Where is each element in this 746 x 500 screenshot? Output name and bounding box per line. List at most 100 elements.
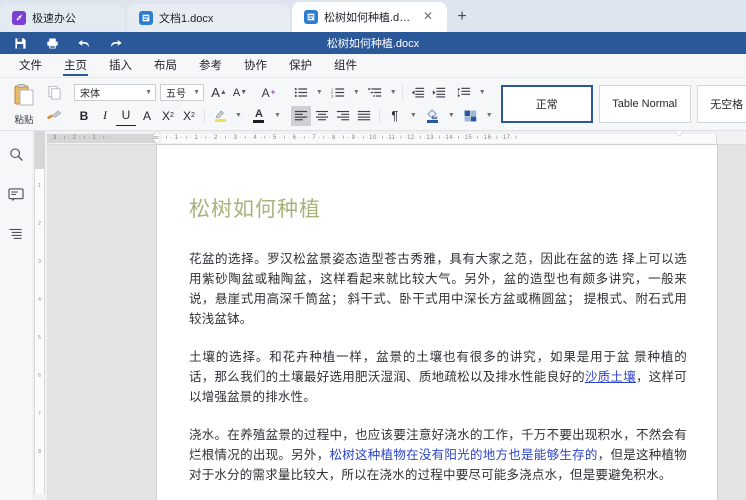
bullets-button[interactable] [291,83,311,103]
tab-label: 松树如何种植.docx* [324,12,415,24]
search-icon[interactable] [5,143,27,165]
comment-icon[interactable] [5,183,27,205]
rocket-icon [12,11,26,25]
quick-access-toolbar [0,32,132,54]
vruler-tick: 8 [38,449,41,455]
font-top-row: 宋体 ▼ 五号 ▼ A ▲ A ▼ A ✦ [74,83,281,103]
menu-item-file[interactable]: 文件 [8,54,53,78]
paragraph-column: ▼ 123 ▼ ▼ ▼ ¶ ▼ ▼ ▼ [290,83,493,126]
horizontal-ruler[interactable]: 3 · ı · 2 · ı · 1 · ı · · ı · 1 · ı · 1 … [47,131,746,145]
font-size-select[interactable]: 五号 ▼ [160,84,204,101]
paragraph-top-row: ▼ 123 ▼ ▼ ▼ [291,83,493,103]
chevron-down-icon[interactable]: ▼ [479,89,486,96]
vruler-tick: 2 [38,221,41,227]
clipboard-small-buttons [44,83,64,126]
font-name-select[interactable]: 宋体 ▼ [74,84,156,101]
vertical-ruler[interactable]: 1 2 3 4 5 6 7 8 [32,131,47,500]
shrink-font-label: A [232,86,241,99]
chevron-down-icon[interactable]: ▼ [448,112,455,119]
align-center-button[interactable] [312,106,332,126]
print-icon[interactable] [36,32,68,54]
highlighted-text: 松树这种植物在没有阳光的地方也是能够生存的 [329,448,598,462]
paragraph-3[interactable]: 浇水。在养殖盆景的过程中，也应该要注意好浇水的工作，千万不要出现积水，不然会有烂… [189,425,687,485]
menu-item-layout[interactable]: 布局 [143,54,188,78]
document-heading: 松树如何种植 [189,197,321,221]
menu-item-reference[interactable]: 参考 [188,54,233,78]
chevron-down-icon[interactable]: ▼ [274,112,281,119]
borders-button[interactable] [461,106,481,126]
superscript-button[interactable]: X2 [158,106,178,126]
multilevel-list-button[interactable] [365,83,385,103]
clear-formatting-label: A [261,85,270,100]
chevron-down-icon[interactable]: ▼ [235,112,242,119]
underline-button[interactable]: U [116,106,136,126]
menu-item-insert[interactable]: 插入 [98,54,143,78]
document-canvas[interactable]: 3 · ı · 2 · ı · 1 · ı · · ı · 1 · ı · 1 … [47,131,746,500]
style-table-normal[interactable]: Table Normal [598,85,691,123]
vruler-tick: 7 [38,411,41,417]
outline-icon[interactable] [5,223,27,245]
style-no-spacing[interactable]: 无空格 [696,85,746,123]
show-formatting-marks-button[interactable]: ¶ [385,106,405,126]
highlight-swatch [214,119,226,122]
clear-formatting-icon[interactable]: A ✦ [259,83,279,103]
chevron-down-icon[interactable]: ▼ [316,89,323,96]
page-content[interactable]: 松树如何种植 花盆的选择。罗汉松盆景姿态造型苍古秀雅，具有大家之范，因此在盆的选… [157,145,717,500]
font-color-button[interactable]: A [249,106,269,126]
paste-button[interactable]: 粘贴 [4,79,44,129]
subscript-button[interactable]: X2 [179,106,199,126]
tab-document1[interactable]: 文档1.docx [127,4,290,32]
paragraph-1[interactable]: 花盆的选择。罗汉松盆景姿态造型苍古秀雅，具有大家之范，因此在盆的选 择上可以选用… [189,249,687,329]
tab-app-jisuban[interactable]: 极速办公 [0,4,125,32]
font-size-value: 五号 [166,89,186,100]
undo-icon[interactable] [68,32,100,54]
increase-indent-button[interactable] [429,83,449,103]
paragraph-2[interactable]: 土壤的选择。和花卉种植一样，盆景的土壤也有很多的讲究，如果是用于盆 景种植的话，… [189,347,687,407]
italic-button[interactable]: I [95,106,115,126]
tab-label: 极速办公 [32,13,76,25]
font-bottom-row: B I U A X2 X2 ▼ A ▼ [74,106,281,126]
close-icon[interactable]: ✕ [421,10,435,24]
chevron-down-icon[interactable]: ▼ [410,112,417,119]
numbering-button[interactable]: 123 [328,83,348,103]
format-painter-icon[interactable] [44,106,64,126]
copy-icon[interactable] [44,83,64,103]
shading-swatch [427,119,439,123]
font-column: 宋体 ▼ 五号 ▼ A ▲ A ▼ A ✦ B I U A X 2 X 2 ▼ … [74,83,281,126]
menu-item-collab[interactable]: 协作 [233,54,278,78]
paste-label: 粘贴 [14,114,34,126]
vruler-tick: 6 [38,373,41,379]
hruler-left-numbers: 3 · ı · 2 · ı · 1 · ı · [53,135,110,141]
line-spacing-button[interactable] [454,83,474,103]
right-indent-marker[interactable] [675,131,683,144]
tab-label: 文档1.docx [159,13,214,25]
align-right-button[interactable] [333,106,353,126]
align-left-button[interactable] [290,105,311,126]
save-icon[interactable] [4,32,36,54]
strikethrough-button[interactable]: A [137,106,157,126]
new-tab-button[interactable]: + [449,4,475,30]
hyperlink-sandy-soil[interactable]: 沙质土壤 [585,370,636,384]
page-sheet[interactable]: 松树如何种植 花盆的选择。罗汉松盆景姿态造型苍古秀雅，具有大家之范，因此在盆的选… [157,145,717,500]
grow-font-icon[interactable]: A ▲ [209,83,229,103]
tab-document-active[interactable]: 松树如何种植.docx* ✕ [292,2,447,32]
font-name-value: 宋体 [80,89,100,100]
redo-icon[interactable] [100,32,132,54]
shading-button[interactable] [423,106,443,126]
highlight-color-button[interactable] [210,106,230,126]
shrink-font-icon[interactable]: A ▼ [230,83,250,103]
decrease-indent-button[interactable] [408,83,428,103]
chevron-down-icon[interactable]: ▼ [390,89,397,96]
style-normal[interactable]: 正常 [500,85,593,123]
paragraph-group: ▼ 123 ▼ ▼ ▼ ¶ ▼ ▼ ▼ [290,78,493,130]
menu-item-home[interactable]: 主页 [53,54,98,78]
chevron-down-icon[interactable]: ▼ [353,89,360,96]
font-group: 宋体 ▼ 五号 ▼ A ▲ A ▼ A ✦ B I U A X 2 X 2 ▼ … [74,78,281,130]
align-justify-button[interactable] [354,106,374,126]
menu-item-component[interactable]: 组件 [323,54,368,78]
vruler-tick: 4 [38,297,41,303]
chevron-down-icon[interactable]: ▼ [486,112,493,119]
menu-item-protect[interactable]: 保护 [278,54,323,78]
document-icon [139,11,153,25]
bold-button[interactable]: B [74,106,94,126]
